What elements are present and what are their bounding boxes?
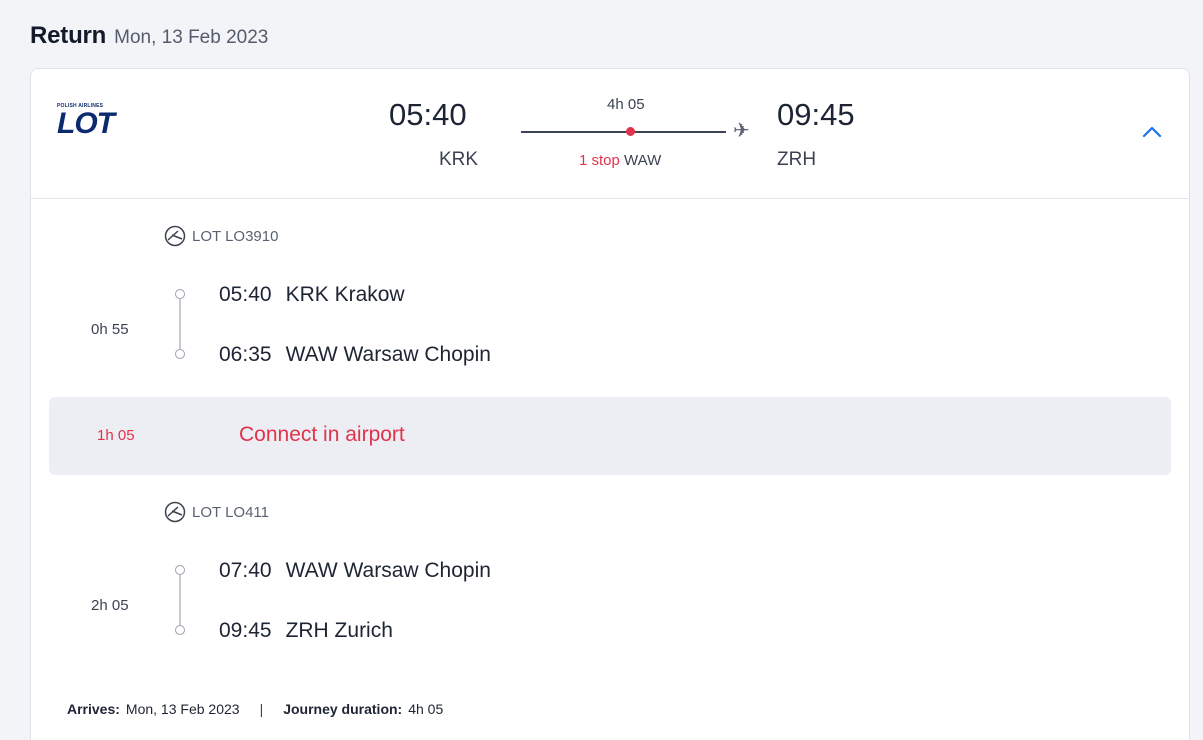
stop-place: WAW Warsaw Chopin — [285, 343, 491, 366]
plane-icon: ✈ — [733, 120, 750, 142]
segment-carrier: LOT LO3910 — [164, 225, 278, 247]
journey-footer: Arrives: Mon, 13 Feb 2023 | Journey dura… — [67, 701, 443, 717]
connection-duration: 1h 05 — [97, 427, 135, 444]
segment-timeline — [173, 285, 187, 367]
route-line — [521, 131, 726, 133]
lot-crane-icon — [164, 225, 186, 247]
timeline-end-node — [175, 625, 185, 635]
segment-flight-number: LOT LO3910 — [192, 227, 279, 245]
stop-place: KRK Krakow — [285, 283, 405, 306]
lot-logo: POLISH AIRLINES LOT — [55, 103, 139, 140]
stop-time: 06:35 — [219, 343, 272, 366]
arrives-label: Arrives: — [67, 701, 120, 717]
stop-airport: WAW — [624, 152, 662, 169]
journey-duration-value: 4h 05 — [408, 701, 444, 717]
route-graphic: 4h 05 ✈ 1 stop WAW — [521, 94, 761, 174]
departure-time: 05:40 — [389, 97, 467, 132]
lot-crane-icon — [164, 501, 186, 523]
stops-count: 1 stop — [579, 152, 620, 169]
stop-place: WAW Warsaw Chopin — [285, 559, 491, 582]
section-date: Mon, 13 Feb 2023 — [114, 27, 269, 48]
timeline-start-node — [175, 565, 185, 575]
stop-time: 07:40 — [219, 559, 272, 582]
logo-text: LOT — [57, 107, 115, 140]
timeline-line — [179, 299, 181, 349]
connection-bar: 1h 05 Connect in airport — [49, 397, 1171, 475]
segment-duration: 0h 55 — [91, 321, 129, 338]
departure-code: KRK — [439, 149, 479, 170]
arrives-value: Mon, 13 Feb 2023 — [125, 701, 240, 717]
stop-time: 05:40 — [219, 283, 272, 306]
arrival-time: 09:45 — [777, 97, 855, 132]
flight-details: LOT LO3910 0h 55 05:40 KRK Krakow 06:35 … — [31, 199, 1189, 740]
segment-carrier: LOT LO411 — [164, 501, 269, 523]
stop-dot — [626, 127, 635, 136]
timeline-end-node — [175, 349, 185, 359]
flight-summary[interactable]: POLISH AIRLINES LOT 05:40 KRK 4h 05 ✈ 1 … — [31, 69, 1189, 199]
timeline-line — [179, 575, 181, 625]
total-duration: 4h 05 — [607, 96, 645, 113]
segment-departure: 05:40 KRK Krakow — [219, 283, 405, 307]
stop-place: ZRH Zurich — [285, 619, 393, 642]
segment-duration: 2h 05 — [91, 597, 129, 614]
footer-separator: | — [259, 701, 264, 717]
stops-info: 1 stop WAW — [579, 152, 661, 169]
connection-text: Connect in airport — [239, 423, 405, 446]
section-title: Return — [30, 22, 107, 49]
stop-time: 09:45 — [219, 619, 272, 642]
segment-timeline — [173, 561, 187, 643]
segment-arrival: 09:45 ZRH Zurich — [219, 619, 393, 643]
flight-card: POLISH AIRLINES LOT 05:40 KRK 4h 05 ✈ 1 … — [30, 68, 1190, 740]
chevron-up-icon[interactable] — [1139, 119, 1165, 145]
segment-arrival: 06:35 WAW Warsaw Chopin — [219, 343, 491, 367]
segment-departure: 07:40 WAW Warsaw Chopin — [219, 559, 491, 583]
journey-duration-label: Journey duration: — [283, 701, 403, 717]
segment-flight-number: LOT LO411 — [192, 503, 269, 521]
arrival-code: ZRH — [777, 149, 817, 170]
timeline-start-node — [175, 289, 185, 299]
section-header: Return Mon, 13 Feb 2023 — [30, 22, 268, 50]
